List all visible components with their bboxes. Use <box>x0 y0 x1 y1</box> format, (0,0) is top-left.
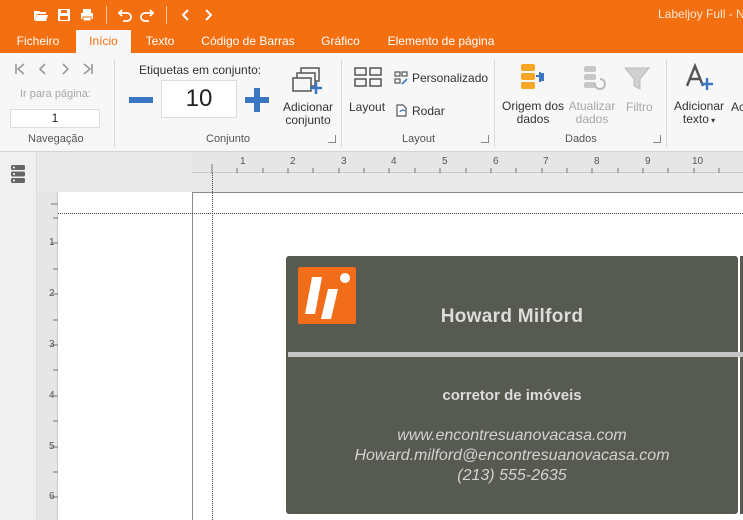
top-ruler-number: 7 <box>543 156 549 167</box>
filter-icon[interactable] <box>622 63 652 93</box>
plus-icon[interactable] <box>242 85 272 115</box>
data-source-button[interactable]: Origem dos dados <box>500 100 566 126</box>
left-ruler-number: 6 <box>49 491 55 502</box>
refresh-data-button[interactable]: Atualizar dados <box>565 100 619 126</box>
card-phone[interactable]: (213) 555-2635 <box>286 467 738 485</box>
custom-layout-icon[interactable] <box>393 70 409 86</box>
add-text-line2: texto <box>682 112 709 126</box>
database-panel-icon[interactable] <box>8 163 28 185</box>
card-email[interactable]: Howard.milford@encontresuanovacasa.com <box>286 447 738 465</box>
card-divider <box>288 352 743 357</box>
labels-count-input[interactable]: 10 <box>161 80 237 118</box>
top-ruler-number: 4 <box>391 156 397 167</box>
tab-elemento-de-pagina[interactable]: Elemento de página <box>381 30 501 53</box>
left-ruler-number: 1 <box>49 237 55 248</box>
refresh-line1: Atualizar <box>568 99 616 113</box>
dados-launcher-icon[interactable] <box>653 135 661 143</box>
vertical-guide[interactable] <box>212 173 213 520</box>
top-ruler-number: 2 <box>290 156 296 167</box>
horizontal-guide[interactable] <box>58 213 743 214</box>
previous-page-icon[interactable] <box>35 61 51 77</box>
add-text-icon[interactable] <box>683 61 715 93</box>
tab-grafico[interactable]: Gráfico <box>313 30 368 53</box>
top-ruler-number: 1 <box>240 156 246 167</box>
custom-layout-button[interactable]: Personalizado <box>412 71 488 85</box>
dados-group-label: Dados <box>565 133 597 145</box>
left-ruler-number: 2 <box>49 288 55 299</box>
navigation-group-label: Navegação <box>28 133 84 145</box>
top-ruler-number: 10 <box>692 156 704 167</box>
filter-button[interactable]: Filtro <box>626 100 653 114</box>
next-page-icon[interactable] <box>57 61 73 77</box>
add-set-label-line2: conjunto <box>285 113 331 127</box>
go-to-page-label: Ir para página: <box>20 88 91 100</box>
top-ruler-number: 6 <box>493 156 499 167</box>
add-set-label-line1: Adicionar <box>282 100 334 114</box>
conjunto-group-label: Conjunto <box>206 133 251 145</box>
title-bar: Labeljoy Full - N <box>0 0 743 30</box>
window-title: Labeljoy Full - N <box>658 7 743 21</box>
add-set-icon[interactable] <box>290 63 324 97</box>
layout-group-label: Layout <box>402 133 436 145</box>
tab-inicio[interactable]: Início <box>76 30 131 53</box>
save-icon[interactable] <box>54 5 74 25</box>
data-source-line1: Origem dos <box>501 99 565 113</box>
top-ruler-number: 5 <box>442 156 448 167</box>
add-text-line1: Adicionar <box>673 99 725 113</box>
top-ruler-number: 3 <box>341 156 347 167</box>
rotate-button[interactable]: Rodar <box>412 104 445 118</box>
top-ruler: 1 2 3 4 5 6 7 8 9 10 <box>192 152 743 173</box>
data-source-line2: dados <box>516 112 550 126</box>
refresh-line2: dados <box>575 112 609 126</box>
first-page-icon[interactable] <box>12 61 28 77</box>
page-number-input[interactable]: 1 <box>10 109 100 128</box>
card-name[interactable]: Howard Milford <box>286 306 738 328</box>
left-panel <box>0 152 37 520</box>
open-folder-icon[interactable] <box>31 5 51 25</box>
add-set-button[interactable]: Adicionar conjunto <box>282 101 334 127</box>
card-role[interactable]: corretor de imóveis <box>286 387 738 404</box>
top-ruler-number: 9 <box>645 156 651 167</box>
ribbon-tabs: Ficheiro Início Texto Código de Barras G… <box>0 30 743 53</box>
conjunto-launcher-icon[interactable] <box>328 135 336 143</box>
undo-icon[interactable] <box>115 5 135 25</box>
left-ruler-number: 5 <box>49 441 55 452</box>
layout-button[interactable]: Layout <box>349 100 385 114</box>
labels-in-set-label: Etiquetas em conjunto: <box>139 63 262 77</box>
add-text-button[interactable]: Adicionar texto ▾ <box>672 100 726 127</box>
tab-codigo-de-barras[interactable]: Código de Barras <box>195 30 301 53</box>
minus-icon[interactable] <box>126 85 156 115</box>
left-ruler: 1 2 3 4 5 6 <box>37 192 58 520</box>
tab-ficheiro[interactable]: Ficheiro <box>8 30 68 53</box>
left-ruler-number: 4 <box>49 390 55 401</box>
forward-icon[interactable] <box>198 5 218 25</box>
redo-icon[interactable] <box>137 5 157 25</box>
layout-icon[interactable] <box>352 65 384 89</box>
ribbon: Ir para página: 1 Navegação Etiquetas em… <box>0 53 743 152</box>
back-icon[interactable] <box>176 5 196 25</box>
card-website[interactable]: www.encontresuanovacasa.com <box>286 427 738 445</box>
add-partial-button[interactable]: Ac <box>731 100 743 114</box>
refresh-data-icon[interactable] <box>580 63 608 93</box>
last-page-icon[interactable] <box>80 61 96 77</box>
layout-launcher-icon[interactable] <box>481 135 489 143</box>
tab-texto[interactable]: Texto <box>138 30 182 53</box>
left-ruler-number: 3 <box>49 339 55 350</box>
rotate-icon[interactable] <box>393 102 409 118</box>
top-ruler-number: 8 <box>594 156 600 167</box>
data-source-icon[interactable] <box>517 61 547 93</box>
print-icon[interactable] <box>77 5 97 25</box>
